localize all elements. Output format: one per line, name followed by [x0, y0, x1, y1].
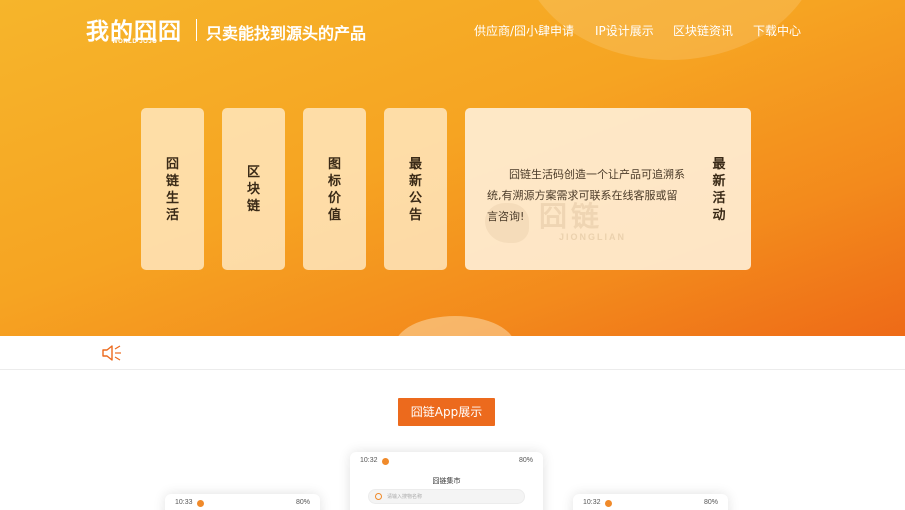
- status-dot-icon: [382, 458, 389, 465]
- activity-title: 最 新 活 动: [712, 157, 726, 223]
- card-label: 最 新 公 告: [408, 157, 422, 223]
- app-showcase-button[interactable]: 囧链App展示: [398, 398, 495, 426]
- notice-bar: [0, 336, 905, 370]
- phone-title: 囧链集市: [432, 477, 461, 485]
- nav-item-download[interactable]: 下载中心: [753, 22, 801, 39]
- card-jiongchain-life[interactable]: 囧 链 生 活: [141, 108, 204, 270]
- card-label: 区 块 链: [246, 165, 260, 214]
- phone-status-bar: 10:33 80%: [175, 499, 310, 507]
- speaker-icon[interactable]: [102, 344, 124, 362]
- logo-subtext: WORLD JOJO: [112, 39, 158, 45]
- activity-description: 囧链生活码创造一个让产品可追溯系统,有溯源方案需求可联系在线客服或留言咨询!: [487, 168, 685, 223]
- card-latest-announcement[interactable]: 最 新 公 告: [384, 108, 447, 270]
- card-label: 图 标 价 值: [327, 157, 341, 223]
- slogan: 只卖能找到源头的产品: [206, 24, 367, 43]
- hero-decor-arc-bottom: [395, 316, 515, 336]
- nav-item-ip-design[interactable]: IP设计展示: [595, 22, 654, 39]
- header-divider: [196, 19, 197, 41]
- nav-item-supplier[interactable]: 供应商/囧小肆申请: [474, 22, 574, 39]
- phone-screenshot-center: 10:32 80% 囧链集市 请输入搜物名称: [350, 452, 543, 510]
- status-dot-icon: [605, 500, 612, 507]
- status-dot-icon: [197, 500, 204, 507]
- card-blockchain[interactable]: 区 块 链: [222, 108, 285, 270]
- card-latest-activity[interactable]: 囧链 JIONGLIAN 囧链生活码创造一个让产品可追溯系统,有溯源方案需求可联…: [465, 108, 751, 270]
- nav-item-blockchain-news[interactable]: 区块链资讯: [673, 22, 733, 39]
- phone-screenshot-left: 10:33 80%: [165, 494, 320, 510]
- logo[interactable]: 我的囧囧 WORLD JOJO: [86, 12, 186, 48]
- phone-screenshot-right: 10:32 80%: [573, 494, 728, 510]
- card-icon-value[interactable]: 图 标 价 值: [303, 108, 366, 270]
- phone-status-bar: 10:32 80%: [360, 457, 533, 465]
- search-icon: [375, 493, 382, 500]
- card-label: 囧 链 生 活: [165, 157, 179, 223]
- phone-search-input: 请输入搜物名称: [368, 489, 525, 504]
- phone-status-bar: 10:32 80%: [583, 499, 718, 507]
- hero-banner: 我的囧囧 WORLD JOJO 只卖能找到源头的产品 供应商/囧小肆申请 IP设…: [0, 0, 905, 336]
